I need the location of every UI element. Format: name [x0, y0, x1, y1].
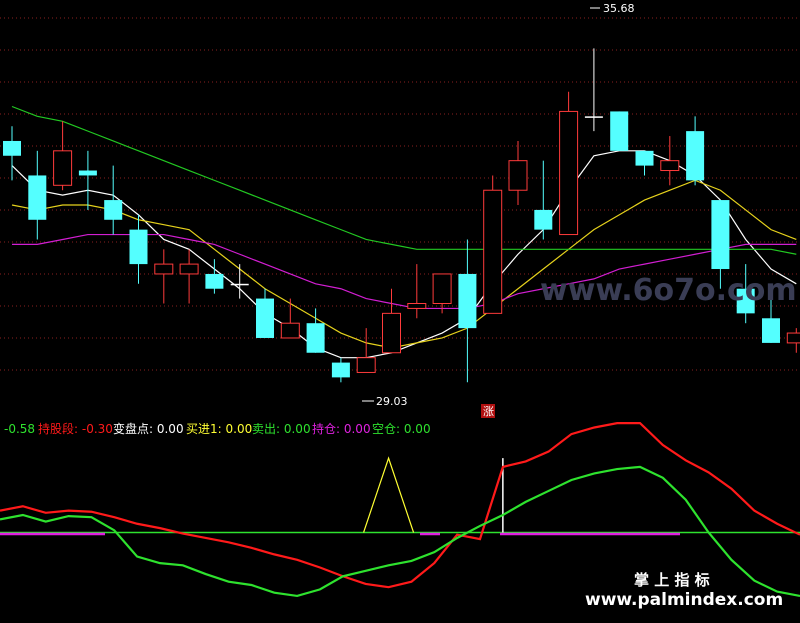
- candle-body: [786, 332, 800, 344]
- watermark-cn: 掌 上 指 标: [634, 571, 710, 589]
- candle-body: [610, 111, 629, 151]
- candle-body: [660, 160, 680, 172]
- candle-body: [356, 357, 376, 373]
- candle-body: [78, 170, 97, 176]
- legend-buy1: 买进1: 0.00: [186, 422, 252, 436]
- signal-badge-text: 涨: [483, 405, 494, 418]
- candle-body: [306, 323, 325, 353]
- candle-body: [280, 322, 300, 339]
- candle-body: [331, 362, 350, 378]
- candle-body: [686, 131, 705, 181]
- chart-background: [0, 0, 800, 623]
- candle-body: [711, 200, 730, 270]
- candle-body: [230, 283, 249, 286]
- candle-body: [534, 209, 553, 230]
- legend-hold-segment: 持股段: -0.30: [38, 421, 113, 436]
- legend-sell: 卖出: 0.00: [252, 422, 311, 436]
- candle-body: [28, 175, 47, 220]
- candle-body: [635, 150, 654, 166]
- candle-body: [3, 140, 21, 156]
- candle-body: [508, 160, 528, 191]
- high-price-text: 35.68: [603, 2, 635, 15]
- candle-body: [179, 263, 199, 275]
- candle-body: [104, 200, 123, 220]
- low-price-text: 29.03: [376, 395, 408, 408]
- candle-body: [382, 312, 401, 354]
- legend-position: 持仓: 0.00: [312, 421, 371, 436]
- stock-chart: www.6o7o.com 35.68 29.03 涨 -0.58 持股段: -0…: [0, 0, 800, 623]
- candle-body: [129, 229, 148, 265]
- candle-body: [154, 263, 174, 275]
- candle-body: [458, 273, 477, 329]
- signal-badge: 涨: [481, 404, 495, 418]
- candle-body: [559, 110, 579, 236]
- candle-body: [483, 189, 503, 314]
- candle-body: [205, 273, 224, 289]
- candle-body: [407, 303, 427, 309]
- watermark-6o7o: www.6o7o.com: [540, 273, 797, 308]
- legend-value: -0.58: [4, 422, 35, 436]
- legend-empty-position: 空仓: 0.00: [372, 422, 431, 436]
- candle-body: [584, 116, 603, 118]
- candle-body: [256, 298, 274, 338]
- candle-body: [762, 318, 780, 343]
- watermark-palmindex: www.palmindex.com: [585, 590, 783, 610]
- legend-turning-point: 变盘点: 0.00: [113, 421, 184, 436]
- candle-body: [53, 150, 73, 186]
- candle-body: [432, 273, 452, 305]
